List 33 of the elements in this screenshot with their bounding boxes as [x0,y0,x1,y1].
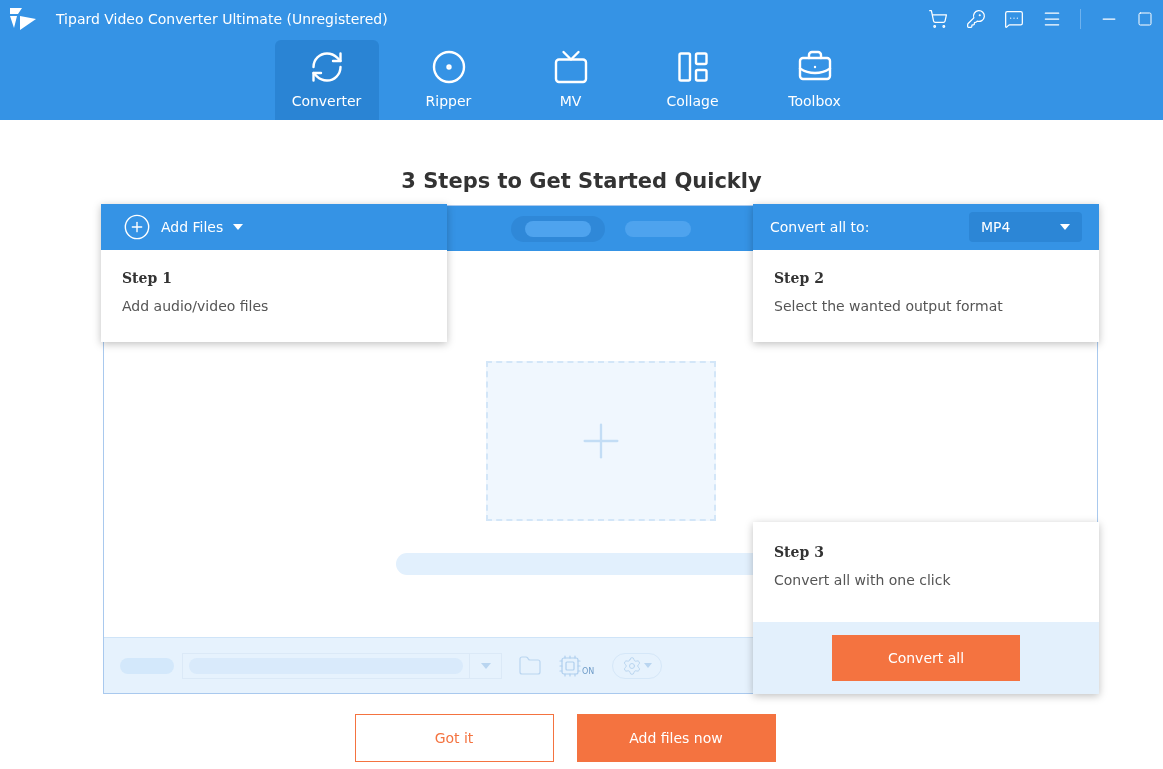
folder-icon [518,653,542,678]
step-description: Add audio/video files [122,297,270,316]
gpu-status-label: ON [582,665,595,678]
nav-tab[interactable]: Toolbox [762,40,867,120]
step-description: Convert all with one click [774,571,952,590]
settings-icon [622,655,643,676]
window-title: Tipard Video Converter Ultimate (Unregistered) [56,9,388,29]
placeholder-pill [524,220,591,237]
add-files-now-button[interactable]: Add files now [576,714,776,762]
cart-icon[interactable] [928,9,948,29]
app-logo-icon [8,6,38,32]
disc-icon [430,48,467,85]
nav-tab[interactable]: Ripper [396,40,501,120]
add-icon [123,213,151,241]
step-title: Step 2 [774,269,825,288]
format-dropdown[interactable]: MP4 [969,212,1082,242]
nav-tab[interactable]: Converter [274,40,379,120]
tv-icon [552,48,589,85]
caret-icon [480,662,491,669]
chip-icon [558,653,582,678]
convert-all-button[interactable]: Convert all [832,635,1020,681]
placeholder-pill [624,220,691,237]
chat-icon[interactable] [1004,9,1024,29]
step-title: Step 1 [122,269,173,288]
nav-tab[interactable]: Collage [640,40,745,120]
got-it-button[interactable]: Got it [354,714,554,762]
heading: 3 Steps to Get Started Quickly [401,168,762,195]
step-title: Step 3 [774,543,825,562]
nav-tab[interactable]: MV [518,40,623,120]
convert-all-to-label: Convert all to: [770,217,870,237]
step-description: Select the wanted output format [774,297,1004,316]
maximize-icon[interactable] [1137,11,1153,27]
key-icon[interactable] [966,9,986,29]
